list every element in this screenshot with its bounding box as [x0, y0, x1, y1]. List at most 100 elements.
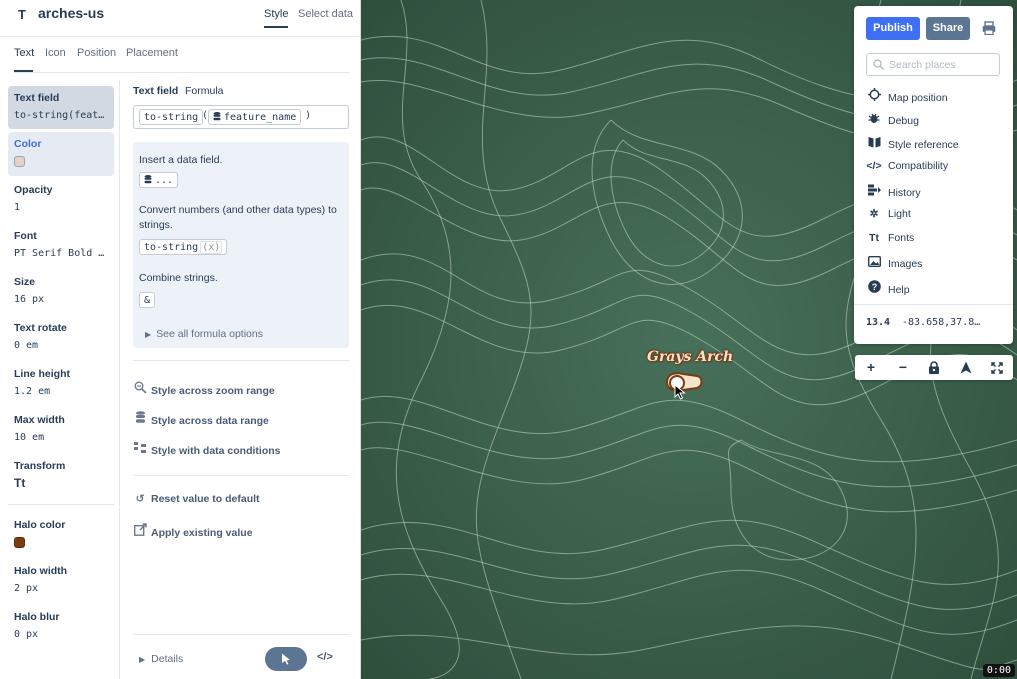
- subtab-placement[interactable]: Placement: [126, 47, 178, 59]
- menu-item-help[interactable]: ? Help: [866, 280, 910, 296]
- concat-chip[interactable]: &: [139, 292, 156, 308]
- search-icon: [873, 59, 884, 70]
- subtab-position[interactable]: Position: [77, 47, 116, 59]
- style-across-data-range[interactable]: Style across data range: [133, 411, 269, 427]
- prop-value: 10 em: [14, 432, 45, 443]
- subtab-text[interactable]: Text: [14, 47, 34, 59]
- divider: [133, 475, 349, 476]
- prop-halo-color[interactable]: Halo color: [8, 513, 114, 554]
- menu-item-compatibility[interactable]: </> Compatibility: [866, 160, 948, 172]
- menu-item-label: Debug: [888, 115, 919, 127]
- details-label: Details: [151, 653, 184, 665]
- search-input[interactable]: [889, 57, 995, 72]
- prop-halo-blur[interactable]: Halo blur 0 px: [8, 605, 114, 646]
- prop-size[interactable]: Size 16 px: [8, 270, 114, 311]
- action-label: Apply existing value: [151, 527, 253, 539]
- menu-item-images[interactable]: Images: [866, 255, 922, 270]
- property-list: Text field to-string(feature_name) Color…: [0, 80, 120, 679]
- zoom-out-button[interactable]: −: [887, 355, 919, 380]
- prop-label: Opacity: [14, 184, 53, 196]
- lock-button[interactable]: [918, 355, 950, 380]
- color-swatch: [14, 156, 25, 167]
- prop-line-height[interactable]: Line height 1.2 em: [8, 362, 114, 403]
- prop-opacity[interactable]: Opacity 1: [8, 178, 114, 219]
- tab-style[interactable]: Style: [264, 8, 289, 28]
- prop-value: PT Serif Bold Italic: [14, 248, 108, 259]
- compass-icon: [960, 361, 972, 374]
- sun-icon: ✲: [869, 208, 879, 220]
- layer-name[interactable]: arches-us: [38, 5, 104, 21]
- menu-item-history[interactable]: History: [866, 184, 921, 199]
- menu-item-fonts[interactable]: Tt Fonts: [866, 232, 914, 244]
- prop-label: Transform: [14, 460, 66, 472]
- caret-right-icon: ▶: [139, 655, 146, 664]
- action-label: Reset value to default: [151, 493, 260, 505]
- share-button[interactable]: Share: [926, 17, 970, 40]
- zoom-range-icon: [133, 381, 147, 397]
- prop-label: Size: [14, 276, 36, 288]
- divider: [133, 360, 349, 361]
- pointer-icon: [282, 653, 290, 665]
- details-toggle[interactable]: ▶ Details: [139, 653, 183, 665]
- menu-item-label: Fonts: [888, 232, 915, 244]
- database-icon: [144, 175, 152, 184]
- prop-value: 1.2 em: [14, 386, 51, 397]
- menu-item-light[interactable]: ✲ Light: [866, 208, 911, 220]
- prop-text-field[interactable]: Text field to-string(feature_name): [8, 86, 114, 129]
- formula-hints: Insert a data field. ... Convert numbers…: [133, 142, 349, 348]
- prop-label: Halo width: [14, 565, 68, 577]
- database-icon: [213, 112, 221, 121]
- bug-icon: [866, 112, 882, 127]
- editor-title: Text field: [133, 85, 179, 97]
- help-icon: ?: [866, 280, 882, 296]
- subtab-icon[interactable]: Icon: [45, 47, 66, 59]
- formula-mode-toggle[interactable]: Formula: [185, 85, 224, 97]
- formula-editor[interactable]: to-string ( feature_name ): [133, 105, 349, 129]
- prop-transform[interactable]: Transform Tt: [8, 454, 114, 496]
- style-with-data-conditions[interactable]: Style with data conditions: [133, 441, 281, 457]
- compass-button[interactable]: [950, 355, 982, 380]
- prop-label: Halo color: [14, 519, 66, 531]
- map-controls: + −: [855, 355, 1013, 380]
- menu-item-label: Help: [888, 284, 910, 296]
- prop-label: Font: [14, 230, 37, 242]
- style-across-zoom-range[interactable]: Style across zoom range: [133, 381, 275, 397]
- prop-max-width[interactable]: Max width 10 em: [8, 408, 114, 449]
- apply-existing-value-button[interactable]: Apply existing value: [133, 523, 253, 539]
- book-icon: [866, 136, 882, 151]
- data-conditions-icon: [133, 441, 147, 457]
- print-icon[interactable]: [982, 21, 996, 35]
- prop-color[interactable]: Color: [8, 132, 114, 176]
- prop-label: Line height: [14, 368, 70, 380]
- prop-halo-width[interactable]: Halo width 2 px: [8, 559, 114, 600]
- fullscreen-icon: [991, 362, 1003, 374]
- menu-item-map-position[interactable]: Map position: [866, 88, 948, 104]
- insert-data-field-chip[interactable]: ...: [139, 172, 179, 188]
- action-label: Style across zoom range: [151, 385, 275, 397]
- to-string-chip[interactable]: to-string (x): [139, 239, 228, 255]
- tab-select-data[interactable]: Select data: [298, 8, 353, 20]
- data-field-chip[interactable]: feature_name: [208, 109, 302, 125]
- image-icon: [866, 255, 882, 270]
- see-all-formula-options[interactable]: ▶ See all formula options: [145, 328, 263, 340]
- hint-convert-label: Convert numbers (and other data types) t…: [139, 204, 337, 231]
- inspect-button[interactable]: [265, 647, 307, 671]
- prop-label: Text field: [14, 92, 60, 104]
- code-view-button[interactable]: </>: [317, 651, 333, 663]
- hint-insert-label: Insert a data field.: [139, 154, 223, 166]
- zoom-in-button[interactable]: +: [855, 355, 887, 380]
- function-chip[interactable]: to-string: [139, 109, 204, 125]
- prop-label: Text rotate: [14, 322, 67, 334]
- zoom-level: 13.4: [866, 317, 891, 328]
- reset-to-default-button[interactable]: ↺ Reset value to default: [133, 493, 260, 505]
- prop-text-rotate[interactable]: Text rotate 0 em: [8, 316, 114, 357]
- prop-font[interactable]: Font PT Serif Bold Italic: [8, 224, 114, 265]
- lock-icon: [929, 361, 939, 374]
- fullscreen-button[interactable]: [981, 355, 1013, 380]
- caret-right-icon: ▶: [145, 330, 152, 339]
- map-label[interactable]: Grays Arch: [647, 349, 733, 365]
- publish-button[interactable]: Publish: [866, 17, 920, 40]
- menu-item-debug[interactable]: Debug: [866, 112, 919, 127]
- crosshair-icon: [866, 88, 882, 104]
- menu-item-style-reference[interactable]: Style reference: [866, 136, 959, 151]
